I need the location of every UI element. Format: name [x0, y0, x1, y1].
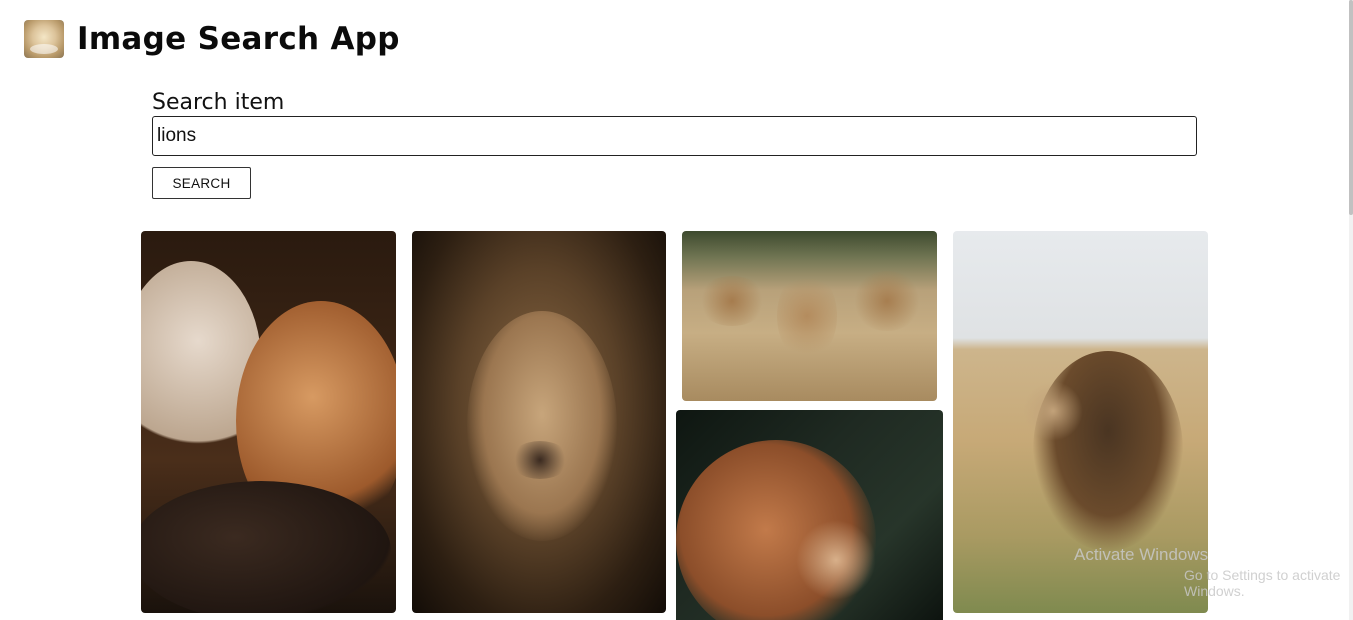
lionesses-in-grass-photo[interactable]: [682, 231, 937, 401]
watermark-title: Activate Windows: [1074, 545, 1209, 564]
scrollbar[interactable]: [1349, 0, 1353, 620]
search-label: Search item: [152, 90, 285, 115]
page-title: Image Search App: [77, 21, 400, 57]
lion-in-foliage-photo[interactable]: [676, 410, 943, 620]
scrollbar-thumb[interactable]: [1349, 0, 1353, 215]
app-logo-icon: [24, 20, 64, 58]
lion-face-photo[interactable]: [412, 231, 666, 613]
watermark-subtitle: Go to Settings to activate Windows.: [1184, 567, 1341, 599]
lioness-and-lion-photo[interactable]: [141, 231, 396, 613]
search-button[interactable]: SEARCH: [152, 167, 251, 199]
app-header: Image Search App: [24, 20, 400, 58]
search-input[interactable]: [152, 116, 1197, 156]
activate-windows-watermark: Activate Windows Go to Settings to activ…: [1074, 545, 1353, 599]
